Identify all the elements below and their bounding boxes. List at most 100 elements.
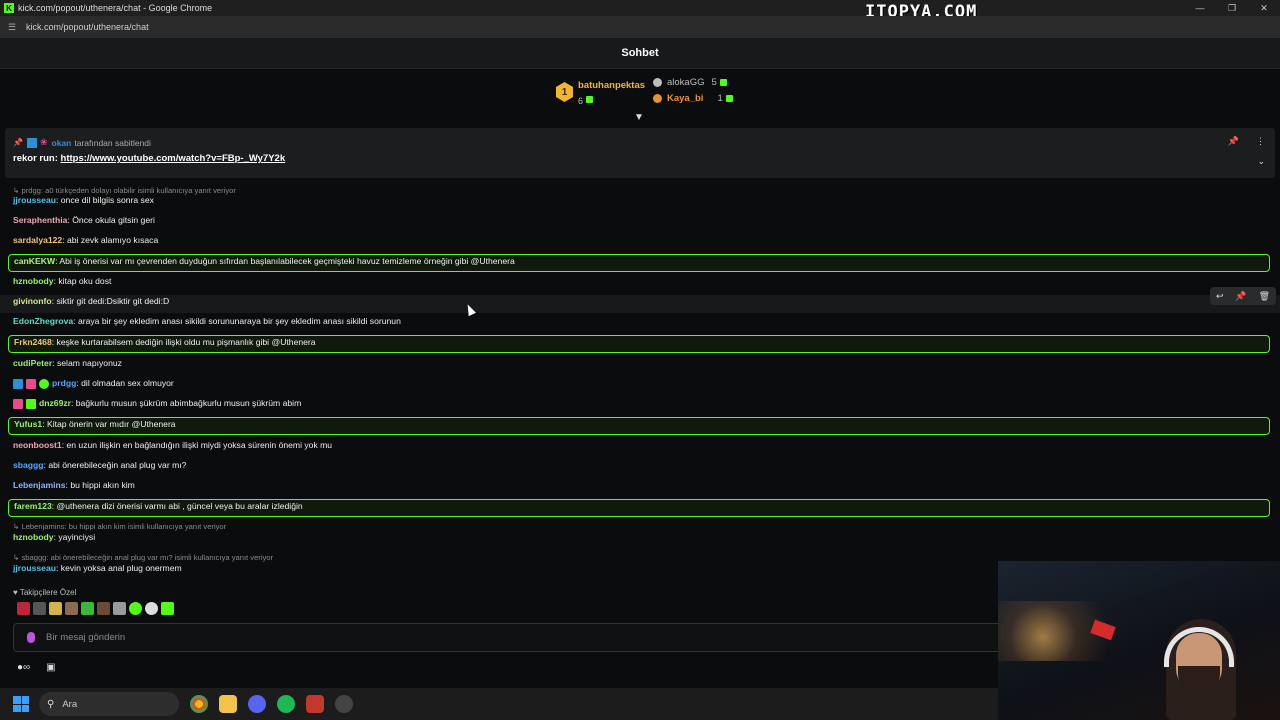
chat-message[interactable]: sbaggg: abi önerebileceğin anal plug var… xyxy=(13,460,186,470)
chat-username[interactable]: EdonZhegrova xyxy=(13,316,73,326)
address-bar[interactable]: ☰ kick.com/popout/uthenera/chat xyxy=(0,16,1280,38)
rank-medal-icon xyxy=(653,78,662,87)
chat-username[interactable]: neonboost1 xyxy=(13,440,62,450)
chat-message[interactable]: hznobody: kitap oku dost xyxy=(13,276,111,286)
unpin-icon[interactable]: 📌 xyxy=(1228,136,1239,147)
emote-icon[interactable] xyxy=(161,602,174,615)
taskbar-search-label[interactable]: Ara xyxy=(62,699,77,710)
gift-badge-icon xyxy=(26,398,36,409)
chat-message[interactable]: hznobody: yayinciysi xyxy=(13,532,95,542)
reply-context[interactable]: ↳ prdgg: a0 türkçeden dolayı olabilir is… xyxy=(13,186,236,195)
url-text[interactable]: kick.com/popout/uthenera/chat xyxy=(26,22,149,32)
chat-username[interactable]: hznobody xyxy=(13,276,54,286)
microphone-icon[interactable] xyxy=(27,632,35,643)
chat-message[interactable]: cudiPeter: selam napıyonuz xyxy=(13,358,122,368)
emote-icon[interactable] xyxy=(17,602,30,615)
pinned-by-user[interactable]: okan xyxy=(52,138,72,148)
chat-username[interactable]: hznobody xyxy=(13,532,54,542)
chat-message[interactable]: dnz69zr: bağkurlu musun şükrüm abimbağku… xyxy=(13,398,301,409)
heart-icon: ♥ xyxy=(13,588,18,597)
chat-username[interactable]: jjrousseau xyxy=(13,195,56,205)
leaderboard-name[interactable]: Kaya_bi xyxy=(667,93,703,104)
chat-username[interactable]: Yufus1 xyxy=(14,419,42,429)
emote-icon[interactable] xyxy=(65,602,78,615)
chat-username[interactable]: givinonfo xyxy=(13,296,52,306)
chat-message[interactable]: prdgg: dil olmadan sex olmuyor xyxy=(13,378,174,389)
rank-medal-icon xyxy=(653,94,662,103)
chat-message[interactable]: Seraphenthia: Önce okula gitsin geri xyxy=(13,215,155,225)
reply-icon[interactable]: ↩ xyxy=(1216,291,1224,302)
chat-username[interactable]: cudiPeter xyxy=(13,358,52,368)
message-input[interactable]: Bir mesaj gönderin xyxy=(13,623,1003,652)
chat-username[interactable]: Lebenjamins xyxy=(13,480,66,490)
badge-icon xyxy=(26,378,36,389)
window-controls: — ❐ ✕ xyxy=(1184,0,1280,16)
leaderboard-name[interactable]: alokaGG xyxy=(667,77,705,88)
spotify-icon[interactable] xyxy=(277,695,295,713)
discord-icon[interactable] xyxy=(248,695,266,713)
chat-username[interactable]: jjrousseau xyxy=(13,563,56,573)
reply-context[interactable]: ↳ Lebenjamins: bu hippi akın kim isimli … xyxy=(13,522,226,531)
chevron-down-icon[interactable]: ⌄ xyxy=(1257,156,1265,167)
chat-message[interactable]: givinonfo: siktir git dedi:Dsiktir git d… xyxy=(13,296,169,306)
emote-icon[interactable] xyxy=(81,602,94,615)
chat-text: yayinciysi xyxy=(58,532,96,542)
chat-message[interactable]: Yufus1: Kitap önerin var mıdır @Uthenera xyxy=(14,419,176,429)
pin-message-icon[interactable]: 📌 xyxy=(1235,291,1246,302)
chat-message[interactable]: Frkn2468: keşke kurtarabilsem dediğin il… xyxy=(14,337,316,347)
chat-message[interactable]: farem123: @uthenera dizi önerisi varmı a… xyxy=(14,501,303,511)
leaderboard-first[interactable]: 1 batuhanpektas 6 xyxy=(556,80,645,109)
points-icon[interactable]: ●∞ xyxy=(17,662,30,673)
app-icon[interactable] xyxy=(335,695,353,713)
chat-text: kevin yoksa anal plug onermem xyxy=(60,563,182,573)
emote-icon[interactable] xyxy=(33,602,46,615)
gift-icon xyxy=(719,79,727,86)
start-icon[interactable] xyxy=(13,696,29,712)
chat-username[interactable]: sbaggg xyxy=(13,460,44,470)
emote-icon[interactable] xyxy=(129,602,142,615)
chat-username[interactable]: canKEKW xyxy=(14,256,55,266)
chat-username[interactable]: farem123 xyxy=(14,501,52,511)
chat-message[interactable]: jjrousseau: once dil bilgiis sonra sex xyxy=(13,195,154,205)
store-icon[interactable]: ▣ xyxy=(46,662,55,673)
close-icon[interactable]: ✕ xyxy=(1248,0,1280,16)
kick-logo-icon: K xyxy=(4,3,14,13)
message-placeholder[interactable]: Bir mesaj gönderin xyxy=(46,632,125,643)
chat-username[interactable]: Frkn2468 xyxy=(14,337,52,347)
leaderboard-entry[interactable]: Kaya_bi 1 xyxy=(653,93,733,104)
pinned-link[interactable]: https://www.youtube.com/watch?v=FBp-_Wy7… xyxy=(61,153,286,164)
chat-message[interactable]: neonboost1: en uzun ilişkin en bağlandığ… xyxy=(13,440,332,450)
chat-message[interactable]: sardalya122: abi zevk alamıyo kısaca xyxy=(13,235,158,245)
chrome-icon[interactable] xyxy=(190,695,208,713)
file-explorer-icon[interactable] xyxy=(219,695,237,713)
reply-context[interactable]: ↳ sbaggg: abi önerebileceğin anal plug v… xyxy=(13,553,273,562)
emote-icon[interactable] xyxy=(113,602,126,615)
leaderboard-first-name[interactable]: batuhanpektas xyxy=(578,80,645,91)
chat-text: keşke kurtarabilsem dediğin ilişki oldu … xyxy=(56,337,316,347)
taskbar-search[interactable]: ⚲ Ara xyxy=(39,692,179,716)
site-settings-icon[interactable]: ☰ xyxy=(8,22,18,33)
chat-username[interactable]: Seraphenthia xyxy=(13,215,67,225)
emote-icon[interactable] xyxy=(97,602,110,615)
chat-text: dil olmadan sex olmuyor xyxy=(81,378,174,388)
chat-username[interactable]: sardalya122 xyxy=(13,235,62,245)
emote-icon[interactable] xyxy=(49,602,62,615)
leaderboard-first-count: 6 xyxy=(578,96,584,106)
chat-message[interactable]: jjrousseau: kevin yoksa anal plug onerme… xyxy=(13,563,182,573)
chat-message[interactable]: EdonZhegrova: araya bir şey ekledim anas… xyxy=(13,316,401,326)
minimize-icon[interactable]: — xyxy=(1184,0,1216,16)
moderator-badge-icon xyxy=(26,137,37,148)
reply-text: sbaggg: abi önerebileceğin anal plug var… xyxy=(21,553,274,562)
restore-icon[interactable]: ❐ xyxy=(1216,0,1248,16)
chat-message[interactable]: canKEKW: Abi iş önerisi var mı çevrenden… xyxy=(14,256,515,266)
emote-icon[interactable] xyxy=(145,602,158,615)
app-icon[interactable] xyxy=(306,695,324,713)
chat-username[interactable]: prdgg xyxy=(52,378,76,388)
delete-icon[interactable]: 🗑 xyxy=(1259,291,1270,302)
more-options-icon[interactable]: ⋮ xyxy=(1256,136,1265,147)
expand-leaderboard-icon[interactable]: ▼ xyxy=(634,112,644,123)
leaderboard-entry[interactable]: alokaGG 5 xyxy=(653,77,727,88)
chat-username[interactable]: dnz69zr xyxy=(39,398,71,408)
chat-message[interactable]: Lebenjamins: bu hippi akın kim xyxy=(13,480,135,490)
reply-text: prdgg: a0 türkçeden dolayı olabilir isim… xyxy=(21,186,236,195)
